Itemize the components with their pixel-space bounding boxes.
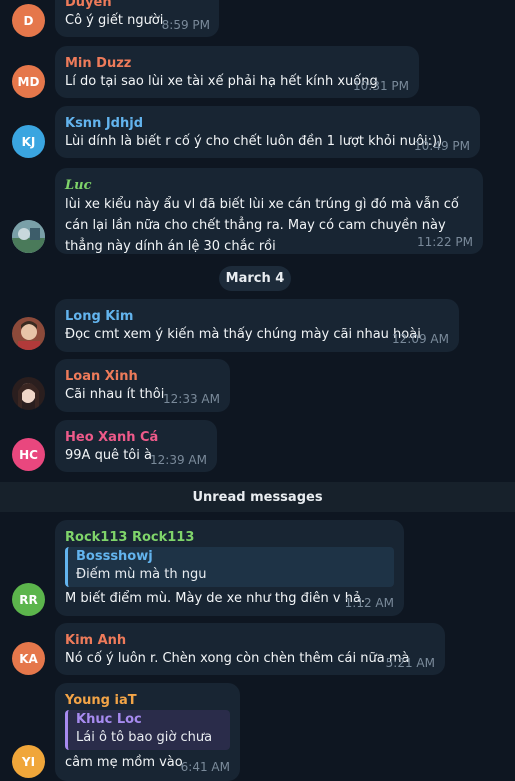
sender-name[interactable]: Luc <box>65 178 92 193</box>
message-text: câm mẹ mồm vào <box>65 755 183 770</box>
avatar[interactable]: RR <box>12 583 45 616</box>
photo-avatar-icon <box>12 220 45 253</box>
sender-name[interactable]: Long Kim <box>65 309 133 324</box>
avatar[interactable]: HC <box>12 438 45 471</box>
avatar[interactable]: YI <box>12 745 45 778</box>
reply-quote[interactable]: Khuc Loc Lái ô tô bao giờ chưa <box>65 710 230 750</box>
message-text: lùi xe kiểu này ẩu vl đã biết lùi xe cán… <box>65 197 459 254</box>
sender-name[interactable]: Young iaT <box>65 693 137 708</box>
message-time: 12:09 AM <box>392 332 449 346</box>
sender-name[interactable]: Ksnn Jdhjd <box>65 116 143 131</box>
message-bubble[interactable]: Min Duzz Lí do tại sao lùi xe tài xế phả… <box>55 46 419 98</box>
reply-quote[interactable]: Bossshowj Điếm mù mà th ngu <box>65 547 394 587</box>
message-bubble[interactable]: Luc lùi xe kiểu này ẩu vl đã biết lùi xe… <box>55 168 483 254</box>
message-text: Lí do tại sao lùi xe tài xế phải hạ hết … <box>65 74 378 89</box>
avatar[interactable]: KJ <box>12 125 45 158</box>
sender-name[interactable]: Loan Xinh <box>65 369 138 384</box>
message-text: Cãi nhau ít thôi <box>65 387 165 402</box>
message-time: 8:59 PM <box>161 18 210 32</box>
date-separator: March 4 <box>219 266 291 291</box>
unread-messages-divider: Unread messages <box>0 482 515 512</box>
message-time: 12:39 AM <box>150 453 207 467</box>
message-bubble[interactable]: Rock113 Rock113 Bossshowj Điếm mù mà th … <box>55 520 404 616</box>
message-time: 1:12 AM <box>344 596 394 610</box>
message-text: 99A quê tôi à <box>65 448 152 463</box>
message-bubble[interactable]: Duyen Cô ý giết người 8:59 PM <box>55 0 219 37</box>
message-bubble[interactable]: Ksnn Jdhjd Lùi dính là biết r cố ý cho c… <box>55 106 480 158</box>
avatar[interactable]: D <box>12 4 45 37</box>
avatar[interactable] <box>12 377 45 410</box>
sender-name[interactable]: Duyen <box>65 0 112 10</box>
sender-name[interactable]: Kim Anh <box>65 633 126 648</box>
reply-sender: Khuc Loc <box>76 712 142 727</box>
message-text: M biết điểm mù. Mày de xe như thg điên v… <box>65 591 366 606</box>
message-text: Cô ý giết người <box>65 13 164 28</box>
avatar[interactable]: MD <box>12 65 45 98</box>
message-bubble[interactable]: Long Kim Đọc cmt xem ý kiến mà thấy chún… <box>55 299 459 352</box>
sender-name[interactable]: Rock113 Rock113 <box>65 530 194 545</box>
message-time: 6:41 AM <box>180 760 230 774</box>
photo-avatar-icon <box>12 377 45 410</box>
reply-sender: Bossshowj <box>76 549 153 564</box>
reply-text: Điếm mù mà th ngu <box>76 567 207 582</box>
message-time: 10:31 PM <box>353 79 409 93</box>
message-time: 5:21 AM <box>385 656 435 670</box>
avatar[interactable] <box>12 317 45 350</box>
message-time: 11:22 PM <box>417 235 473 249</box>
message-text: Nó cố ý luôn r. Chèn xong còn chèn thêm … <box>65 651 410 666</box>
reply-text: Lái ô tô bao giờ chưa <box>76 730 213 745</box>
message-bubble[interactable]: Young iaT Khuc Loc Lái ô tô bao giờ chưa… <box>55 683 240 781</box>
sender-name[interactable]: Heo Xanh Cá <box>65 430 158 445</box>
avatar[interactable] <box>12 220 45 253</box>
sender-name[interactable]: Min Duzz <box>65 56 131 71</box>
message-bubble[interactable]: Loan Xinh Cãi nhau ít thôi 12:33 AM <box>55 359 230 412</box>
avatar[interactable]: KA <box>12 642 45 675</box>
message-text: Lùi dính là biết r cố ý cho chết luôn đề… <box>65 134 443 149</box>
photo-avatar-icon <box>12 317 45 350</box>
message-time: 10:49 PM <box>414 139 470 153</box>
message-bubble[interactable]: Kim Anh Nó cố ý luôn r. Chèn xong còn ch… <box>55 623 445 675</box>
message-bubble[interactable]: Heo Xanh Cá 99A quê tôi à 12:39 AM <box>55 420 217 472</box>
message-text: Đọc cmt xem ý kiến mà thấy chúng mày cãi… <box>65 327 421 342</box>
message-time: 12:33 AM <box>163 392 220 406</box>
